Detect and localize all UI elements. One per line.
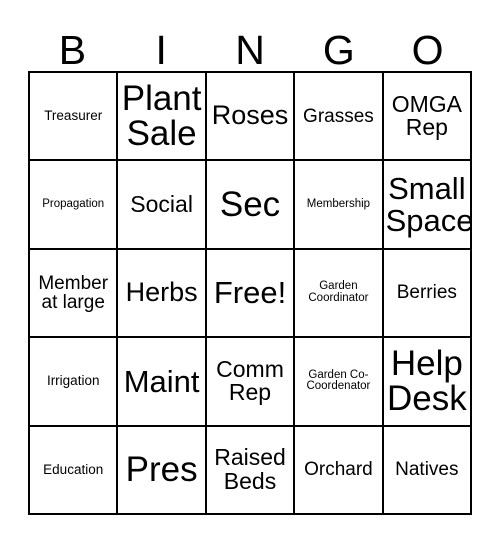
bingo-cell-label: Treasurer [44, 108, 103, 124]
bingo-cell-label: OMGA Rep [391, 90, 462, 141]
bingo-cell-label: Garden Co-Coordenator [306, 368, 371, 393]
bingo-cell-label: Berries [396, 282, 457, 304]
bingo-cell[interactable]: Berries [383, 249, 473, 339]
header-letter-text: N [235, 27, 265, 73]
bingo-cell[interactable]: Orchard [295, 426, 384, 515]
bingo-cell[interactable]: Membership [295, 161, 384, 250]
bingo-cell[interactable]: Natives [383, 426, 473, 515]
bingo-cell-label: Membership [306, 197, 371, 210]
bingo-header-letter-b: B [28, 14, 117, 71]
bingo-cell[interactable]: Small Space [383, 161, 473, 250]
bingo-cell[interactable]: Education [30, 426, 119, 515]
bingo-cell[interactable]: Plant Sale [118, 73, 207, 162]
header-letter-text: B [58, 27, 87, 73]
bingo-cell-label: Social [130, 190, 193, 217]
bingo-row: Member at large Herbs Free! Garden Coord… [30, 249, 473, 339]
bingo-cell[interactable]: Member at large [30, 249, 119, 339]
header-letter-text: I [155, 27, 167, 73]
bingo-cell-label: Member at large [38, 272, 109, 313]
bingo-cell[interactable]: Herbs [118, 249, 207, 339]
bingo-cell[interactable]: Roses [206, 73, 296, 162]
bingo-row: Propagation Social Sec Membership Small … [30, 161, 473, 250]
bingo-cell-label: Help Desk [386, 343, 467, 419]
bingo-cell-label: Natives [395, 459, 459, 481]
bingo-cell-label: Small Space [385, 170, 473, 238]
bingo-cell-label: Herbs [125, 277, 198, 308]
bingo-cell-label: Garden Coordinator [308, 280, 369, 304]
bingo-cell[interactable]: Sec [206, 161, 296, 250]
bingo-header-letter-i: I [117, 14, 206, 71]
header-letter-text: O [411, 27, 444, 73]
bingo-cell[interactable]: OMGA Rep [383, 73, 473, 162]
bingo-cell[interactable]: Propagation [30, 161, 119, 250]
bingo-cell-label: Free! [213, 275, 287, 311]
bingo-cell-label: Irrigation [46, 373, 100, 389]
bingo-cell-label: Maint [123, 363, 200, 399]
bingo-grid: Treasurer Plant Sale Roses Grasses OMGA … [28, 71, 473, 515]
bingo-cell-label: Sec [219, 184, 281, 224]
bingo-card: B I N G O Treasurer Plant Sale Roses Gra… [28, 14, 473, 515]
bingo-cell-label: Pres [125, 449, 198, 489]
bingo-cell[interactable]: Maint [118, 338, 207, 427]
bingo-cell-free-space[interactable]: Free! [206, 249, 296, 339]
bingo-cell-label: Comm Rep [216, 355, 284, 406]
bingo-cell[interactable]: Grasses [295, 73, 384, 162]
bingo-cell[interactable]: Treasurer [30, 73, 119, 162]
bingo-cell-label: Plant Sale [121, 78, 202, 154]
bingo-cell-label: Grasses [303, 105, 374, 127]
bingo-cell[interactable]: Comm Rep [206, 338, 296, 427]
bingo-cell[interactable]: Garden Co-Coordenator [295, 338, 384, 427]
bingo-cell-label: Propagation [42, 197, 105, 210]
bingo-cell-label: Orchard [304, 459, 373, 481]
bingo-cell[interactable]: Pres [118, 426, 207, 515]
bingo-row: Irrigation Maint Comm Rep Garden Co-Coor… [30, 338, 473, 427]
bingo-cell[interactable]: Garden Coordinator [295, 249, 384, 339]
bingo-cell-label: Education [43, 461, 104, 477]
bingo-cell[interactable]: Social [118, 161, 207, 250]
bingo-cell[interactable]: Raised Beds [206, 426, 296, 515]
bingo-cell-label: Raised Beds [214, 444, 286, 494]
bingo-header-row: B I N G O [28, 14, 472, 71]
bingo-cell[interactable]: Help Desk [383, 338, 473, 427]
bingo-row: Education Pres Raised Beds Orchard Nativ… [30, 426, 473, 515]
bingo-cell-label: Roses [211, 100, 289, 131]
header-letter-text: G [322, 27, 355, 73]
bingo-cell[interactable]: Irrigation [30, 338, 119, 427]
bingo-header-letter-g: G [294, 14, 383, 71]
bingo-row: Treasurer Plant Sale Roses Grasses OMGA … [30, 73, 473, 162]
bingo-header-letter-n: N [206, 14, 295, 71]
bingo-header-letter-o: O [383, 14, 472, 71]
